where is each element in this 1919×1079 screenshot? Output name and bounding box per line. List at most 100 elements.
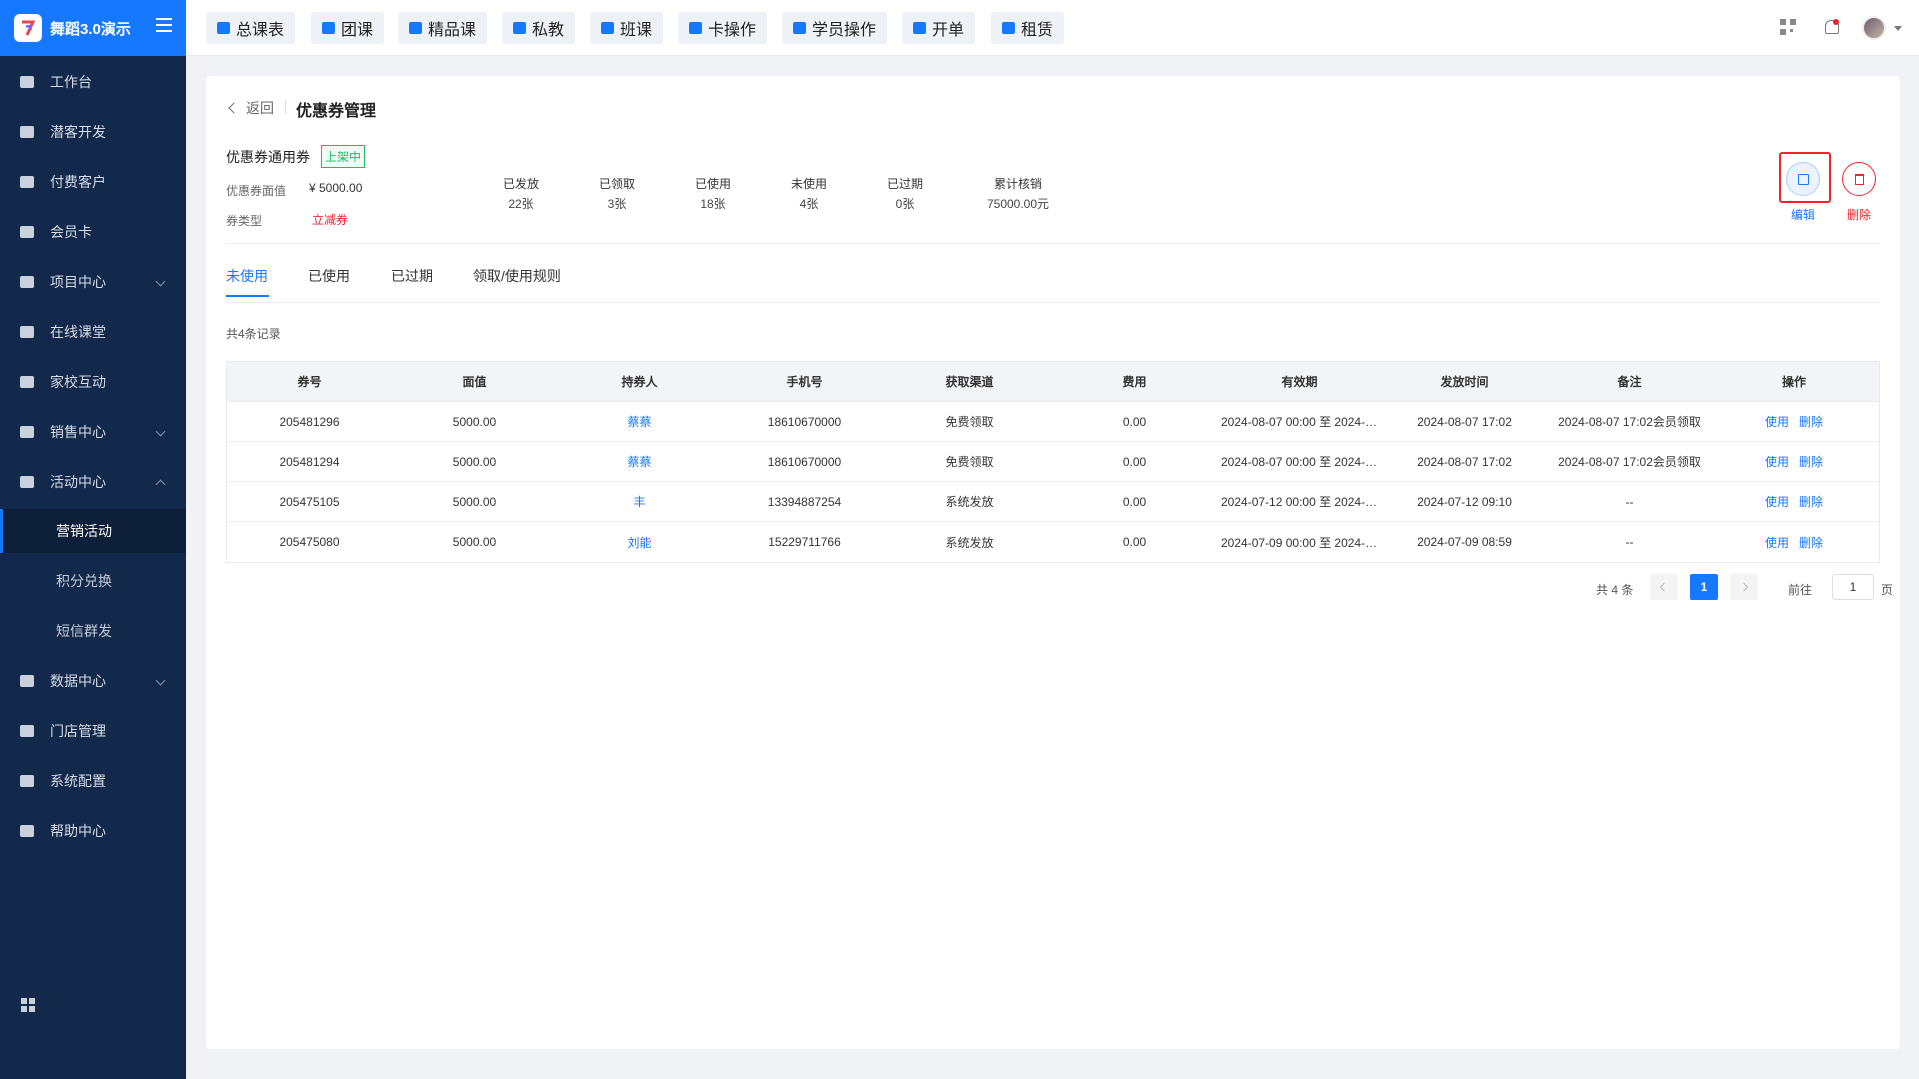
fee-cell: 0.00 <box>1122 454 1147 469</box>
sidebar-item-card[interactable]: 会员卡 <box>0 210 186 254</box>
stat-value: 0张 <box>895 197 915 211</box>
tab-unused[interactable]: 未使用 <box>226 266 268 286</box>
app-title: 舞蹈3.0演示 <box>50 20 131 38</box>
coupon-value: ¥ 5000.00 <box>309 181 363 195</box>
sidebar-item-online-class[interactable]: 在线课堂 <box>0 310 186 354</box>
holder-cell[interactable]: 蔡蔡 <box>557 413 722 430</box>
sidebar-item-sales[interactable]: 销售中心 <box>0 410 186 454</box>
delete-row-button[interactable]: 删除 <box>1799 536 1823 550</box>
delete-row-button[interactable]: 删除 <box>1799 415 1823 429</box>
store-icon <box>20 725 34 737</box>
use-button[interactable]: 使用 <box>1765 415 1789 429</box>
stat-label: 已领取 <box>598 177 635 191</box>
sidebar-item-prospect[interactable]: 潜客开发 <box>0 110 186 154</box>
use-button[interactable]: 使用 <box>1765 536 1789 550</box>
tab-premium-class[interactable]: 精品课 <box>398 12 488 44</box>
tab-student-ops[interactable]: 学员操作 <box>782 12 888 44</box>
sidebar-item-label: 短信群发 <box>56 623 112 639</box>
column-header: 费用 <box>1122 375 1147 389</box>
column-header: 面值 <box>462 375 487 389</box>
tab-label: 总课表 <box>236 22 285 39</box>
use-button[interactable]: 使用 <box>1765 455 1789 469</box>
edit-button[interactable] <box>1786 162 1820 196</box>
book-icon <box>217 22 230 34</box>
holder-cell[interactable]: 丰 <box>557 493 722 510</box>
tab-label: 开单 <box>932 22 965 39</box>
project-icon <box>20 276 34 288</box>
card-icon <box>689 22 702 34</box>
customer-icon <box>20 176 34 188</box>
sidebar-item-workbench[interactable]: 工作台 <box>0 60 186 104</box>
sidebar-item-help[interactable]: 帮助中心 <box>0 809 186 853</box>
coupon-value-label: 优惠券面值 <box>226 184 287 198</box>
apps-grid-icon[interactable] <box>21 998 35 1012</box>
bell-icon[interactable] <box>1823 19 1839 36</box>
coupon-type-label: 券类型 <box>226 214 263 228</box>
stat-value[interactable]: 3张 <box>592 194 642 214</box>
sidebar-subitem-points[interactable]: 积分兑换 <box>0 559 186 603</box>
tab-class[interactable]: 班课 <box>590 12 664 44</box>
tab-order[interactable]: 开单 <box>902 12 976 44</box>
sidebar-item-label: 数据中心 <box>50 673 106 689</box>
delete-label[interactable]: 删除 <box>1847 206 1871 223</box>
issued-time-cell: 2024-08-07 17:02 <box>1417 414 1512 429</box>
page-1-button[interactable]: 1 <box>1690 574 1718 600</box>
sidebar-item-label: 付费客户 <box>50 174 106 190</box>
tab-expired[interactable]: 已过期 <box>391 266 433 286</box>
delete-button[interactable] <box>1842 162 1876 196</box>
sidebar-subitem-sms[interactable]: 短信群发 <box>0 609 186 653</box>
delete-row-button[interactable]: 删除 <box>1799 495 1823 509</box>
delete-row-button[interactable]: 删除 <box>1799 455 1823 469</box>
column-header: 券号 <box>297 375 322 389</box>
sidebar-item-label: 工作台 <box>50 74 92 90</box>
sidebar-item-activity[interactable]: 活动中心 <box>0 460 186 504</box>
sidebar-subitem-marketing[interactable]: 营销活动 <box>0 509 186 553</box>
phone-cell: 18610670000 <box>767 414 842 429</box>
edit-label[interactable]: 编辑 <box>1791 206 1815 223</box>
prev-page-button[interactable] <box>1650 574 1678 600</box>
qr-code-icon[interactable] <box>1780 19 1796 35</box>
tab-label: 精品课 <box>428 22 477 39</box>
sidebar-item-label: 潜客开发 <box>50 124 106 140</box>
menu-toggle-icon[interactable] <box>156 18 172 32</box>
sidebar-item-settings[interactable]: 系统配置 <box>0 759 186 803</box>
divider <box>226 243 1880 244</box>
sidebar-item-data[interactable]: 数据中心 <box>0 659 186 703</box>
sidebar-item-label: 活动中心 <box>50 474 106 490</box>
tab-card-ops[interactable]: 卡操作 <box>678 12 768 44</box>
next-page-button[interactable] <box>1730 574 1758 600</box>
tab-rules[interactable]: 领取/使用规则 <box>473 266 561 286</box>
chevron-down-icon <box>155 675 166 686</box>
validity-cell: 2024-07-12 00:00 至 2024-08-12 23:59 <box>1221 495 1382 509</box>
chevron-right-icon <box>1739 582 1749 592</box>
coupon-table: 券号 面值 持券人 手机号 获取渠道 费用 有效期 发放时间 备注 操作 205481296 500… <box>226 361 1880 563</box>
sidebar-item-label: 门店管理 <box>50 723 106 739</box>
sidebar-item-label: 项目中心 <box>50 274 106 290</box>
tab-group-class[interactable]: 团课 <box>311 12 385 44</box>
goto-page-input[interactable] <box>1832 574 1874 600</box>
holder-cell[interactable]: 刘能 <box>557 534 722 551</box>
activity-icon <box>20 476 34 488</box>
tab-used[interactable]: 已使用 <box>308 266 350 286</box>
divider <box>285 100 286 114</box>
tab-schedule[interactable]: 总课表 <box>206 12 296 44</box>
sidebar-item-interaction[interactable]: 家校互动 <box>0 360 186 404</box>
tab-rental[interactable]: 租赁 <box>991 12 1065 44</box>
coupon-type: 立减券 <box>312 213 349 227</box>
chevron-left-icon <box>228 102 240 114</box>
holder-cell[interactable]: 蔡蔡 <box>557 453 722 470</box>
caret-down-icon[interactable] <box>1894 26 1902 31</box>
issued-time-cell: 2024-07-12 09:10 <box>1417 494 1512 509</box>
back-button[interactable]: 返回 <box>228 98 274 118</box>
sidebar-item-customer[interactable]: 付费客户 <box>0 160 186 204</box>
avatar[interactable] <box>1862 16 1886 40</box>
table-header: 券号 面值 持券人 手机号 获取渠道 费用 有效期 发放时间 备注 操作 <box>227 362 1879 402</box>
channel-cell: 系统发放 <box>945 495 994 509</box>
sidebar-item-label: 在线课堂 <box>50 324 106 340</box>
fee-cell: 0.00 <box>1122 535 1147 549</box>
use-button[interactable]: 使用 <box>1765 495 1789 509</box>
chevron-down-icon <box>155 426 166 437</box>
sidebar-item-store[interactable]: 门店管理 <box>0 709 186 753</box>
sidebar-item-project[interactable]: 项目中心 <box>0 260 186 304</box>
tab-private[interactable]: 私教 <box>502 12 576 44</box>
